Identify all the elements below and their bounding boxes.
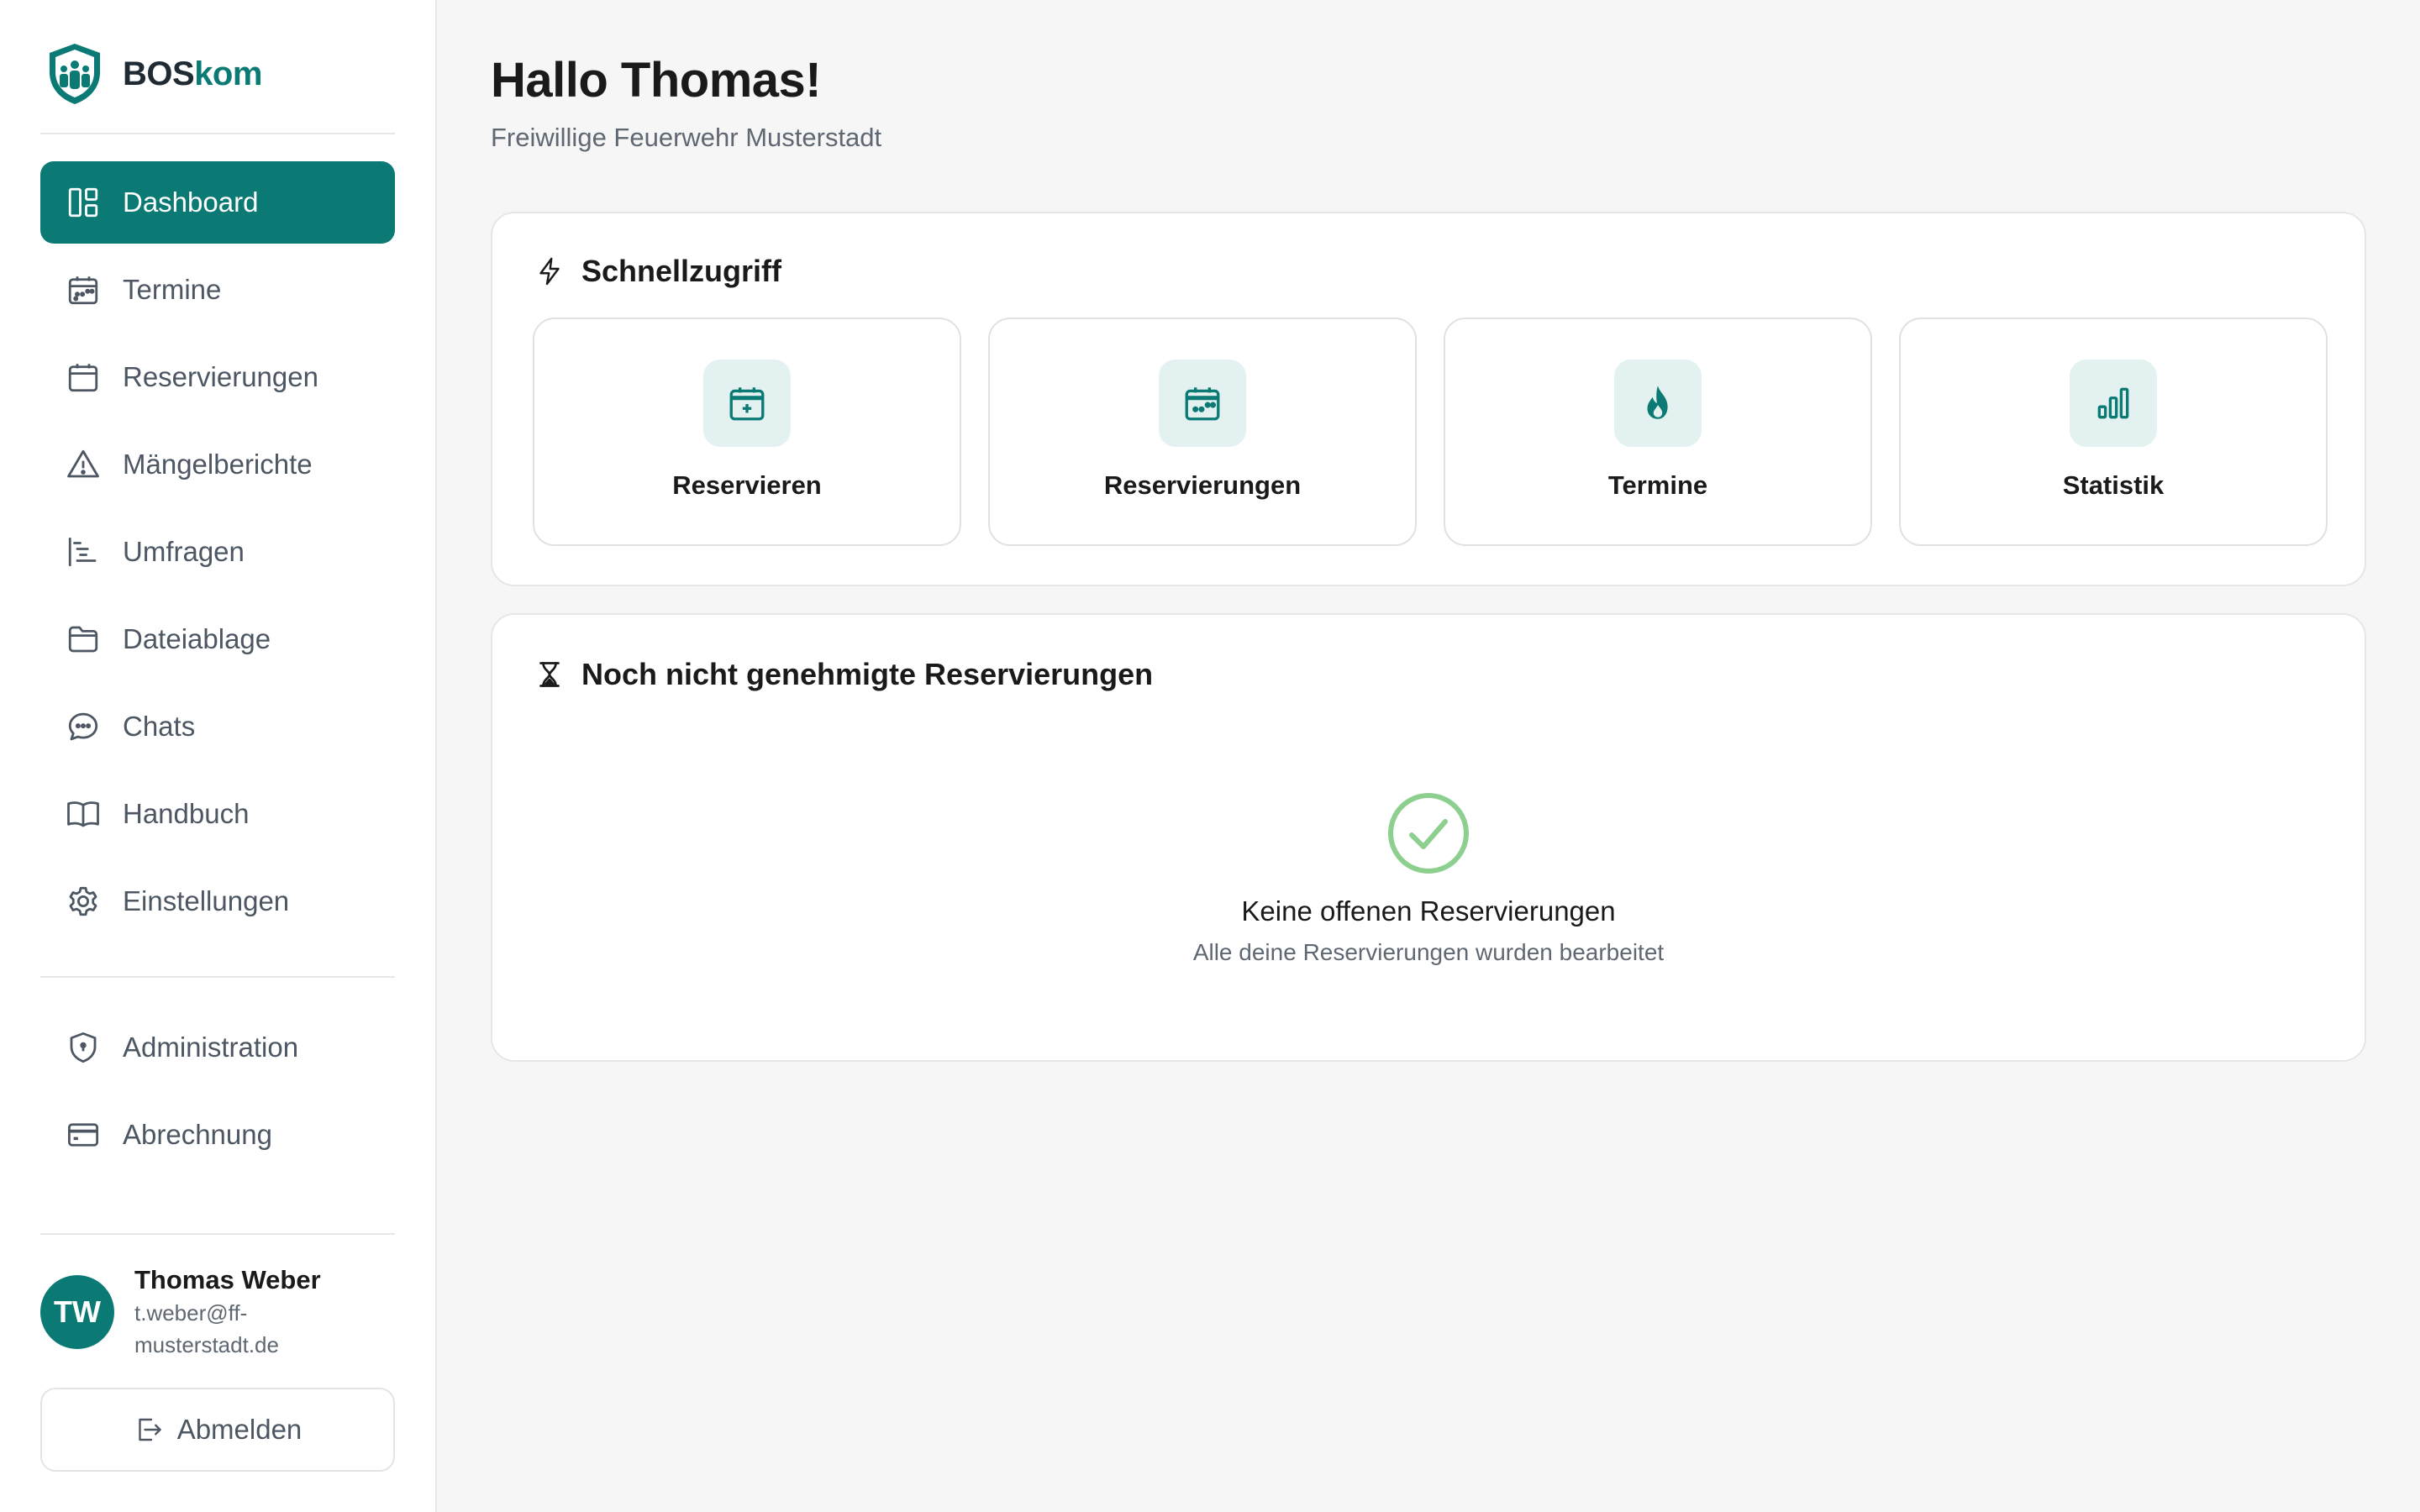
folder-icon [66,622,101,657]
sidebar-divider [40,1233,395,1235]
sidebar-item-label: Mängelberichte [123,449,313,480]
pending-reservations-title: Noch nicht genehmigte Reservierungen [534,657,1153,692]
quick-access-title: Schnellzugriff [534,254,781,289]
sidebar-item-abrechnung[interactable]: Abrechnung [40,1094,395,1176]
warning-icon [66,447,101,482]
sidebar-nav: Dashboard Termine Reservierungen Mängelb… [40,161,395,948]
quick-tile-statistik[interactable]: Statistik [1899,318,2328,546]
gear-icon [66,884,101,919]
logout-icon [138,1418,161,1441]
user-email: t.weber@ff-musterstadt.de [134,1300,279,1357]
hourglass-icon [539,662,560,687]
sidebar-item-dateiablage[interactable]: Dateiablage [40,598,395,680]
dashboard-icon [66,185,101,220]
sidebar-item-einstellungen[interactable]: Einstellungen [40,860,395,942]
sidebar-item-maengelberichte[interactable]: Mängelberichte [40,423,395,506]
sidebar-item-label: Einstellungen [123,885,290,916]
sidebar-item-label: Chats [123,711,196,742]
calendar-plus-icon [729,387,765,421]
quick-tile-reservieren[interactable]: Reservieren [533,318,961,546]
brand-name: BOSkom [123,55,262,93]
lightning-icon [539,257,560,286]
tile-icon-bg [703,360,791,447]
calendar-icon [66,272,101,307]
sidebar-item-label: Administration [123,1032,299,1063]
quick-access-card: Schnellzugriff Reservieren Reservierunge… [491,212,2366,586]
avatar: TW [40,1275,114,1349]
tile-icon-bg [1159,360,1246,447]
shield-icon [66,1030,101,1065]
sidebar-item-label: Termine [123,274,222,305]
pending-reservations-title-text: Noch nicht genehmigte Reservierungen [581,657,1154,691]
tile-icon-bg [1614,360,1702,447]
tile-label: Termine [1607,470,1708,500]
calendar-icon [1185,387,1220,421]
tile-icon-bg [2070,360,2157,447]
quick-tile-reservierungen[interactable]: Reservierungen [988,318,1417,546]
chat-icon [66,709,101,744]
brand-name-part1: BOS [123,55,195,92]
sidebar-item-administration[interactable]: Administration [40,1006,395,1089]
tile-label: Reservierungen [1103,470,1302,500]
sidebar-item-label: Dateiablage [123,623,271,654]
sidebar-divider [40,133,395,134]
sidebar-item-termine[interactable]: Termine [40,249,395,331]
flame-icon [1647,386,1668,419]
empty-state: Keine offenen Reservierungen Alle deine … [492,791,2365,966]
sidebar-item-label: Abrechnung [123,1119,272,1150]
check-circle-icon [1388,793,1469,874]
user-name: Thomas Weber [134,1265,321,1294]
user-profile[interactable]: TW Thomas Weber t.weber@ff-musterstadt.d… [40,1260,395,1361]
sidebar-item-dashboard[interactable]: Dashboard [40,161,395,244]
user-info: Thomas Weber t.weber@ff-musterstadt.de [134,1260,328,1361]
tile-label: Statistik [2062,470,2165,500]
quick-tile-termine[interactable]: Termine [1444,318,1872,546]
quick-access-grid: Reservieren Reservierungen Termine Stati… [533,318,2328,546]
calendar-blank-icon [66,360,101,395]
logo-shield-icon [50,44,100,104]
sidebar-item-handbuch[interactable]: Handbuch [40,773,395,855]
credit-card-icon [66,1117,101,1152]
bar-chart-icon [2097,387,2129,419]
pending-reservations-card: Noch nicht genehmigte Reservierungen Kei… [491,613,2366,1062]
sidebar-item-umfragen[interactable]: Umfragen [40,511,395,593]
organization-name: Freiwillige Feuerwehr Musterstadt [491,123,882,152]
tile-label: Reservieren [672,470,822,500]
sidebar-item-label: Umfragen [123,536,245,567]
empty-state-subtitle: Alle deine Reservierungen wurden bearbei… [1192,939,1665,965]
quick-access-title-text: Schnellzugriff [581,254,782,288]
sidebar-item-label: Handbuch [123,798,250,829]
logout-label: Abmelden [176,1414,302,1445]
sidebar-item-label: Dashboard [123,186,259,218]
logout-button[interactable]: Abmelden [40,1388,395,1472]
sidebar-item-reservierungen[interactable]: Reservierungen [40,336,395,418]
survey-icon [66,534,101,570]
sidebar: BOSkom Dashboard Termine Reservierungen [0,0,437,1512]
sidebar-item-label: Reservierungen [123,361,318,392]
brand[interactable]: BOSkom [45,42,262,106]
empty-state-title: Keine offenen Reservierungen [1241,895,1616,927]
book-icon [66,796,101,832]
sidebar-divider [40,976,395,978]
sidebar-item-chats[interactable]: Chats [40,685,395,768]
sidebar-admin-nav: Administration Abrechnung [40,1006,395,1181]
page-title: Hallo Thomas! [491,53,822,108]
brand-name-part2: kom [194,55,262,92]
